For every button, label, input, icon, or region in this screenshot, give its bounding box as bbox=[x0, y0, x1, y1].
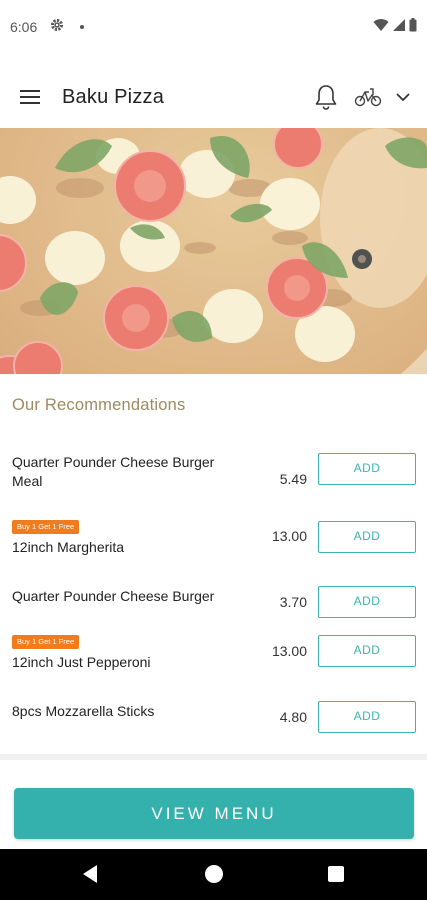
item-name: 12inch Just Pepperoni bbox=[12, 654, 151, 670]
dot-icon bbox=[80, 25, 84, 29]
divider bbox=[0, 754, 427, 760]
back-icon[interactable] bbox=[81, 864, 99, 889]
view-menu-button[interactable]: VIEW MENU bbox=[14, 788, 414, 839]
item-name: Quarter Pounder Cheese Burger Meal bbox=[12, 454, 215, 489]
scooter-icon[interactable] bbox=[354, 86, 382, 108]
promo-badge: Buy 1 Get 1 Free bbox=[12, 635, 80, 649]
item-price: 4.80 bbox=[279, 709, 307, 725]
add-button[interactable]: ADD bbox=[318, 635, 416, 667]
menu-icon[interactable] bbox=[20, 90, 42, 106]
signal-icon bbox=[392, 18, 406, 37]
status-icons bbox=[373, 18, 417, 37]
add-button[interactable]: ADD bbox=[318, 453, 416, 485]
section-title: Our Recommendations bbox=[12, 396, 186, 414]
recents-icon[interactable] bbox=[328, 866, 344, 882]
wifi-icon bbox=[373, 18, 389, 37]
item-name: 12inch Margherita bbox=[12, 539, 125, 555]
home-icon[interactable] bbox=[205, 865, 223, 883]
item-name: 8pcs Mozzarella Sticks bbox=[12, 703, 155, 719]
item-price: 13.00 bbox=[271, 643, 307, 659]
system-nav-bar bbox=[0, 849, 427, 900]
status-time: 6:06 bbox=[10, 19, 38, 35]
status-bar: 6:06 bbox=[0, 0, 427, 56]
add-button[interactable]: ADD bbox=[318, 586, 416, 618]
battery-icon bbox=[409, 18, 417, 37]
app-bar: Baku Pizza bbox=[0, 66, 427, 128]
promo-badge: Buy 1 Get 1 Free bbox=[12, 520, 80, 534]
chevron-down-icon[interactable] bbox=[395, 90, 411, 104]
bell-icon[interactable] bbox=[314, 84, 338, 110]
hero-image bbox=[0, 128, 427, 374]
add-button[interactable]: ADD bbox=[318, 701, 416, 733]
item-price: 3.70 bbox=[279, 594, 307, 610]
add-button[interactable]: ADD bbox=[318, 521, 416, 553]
item-price: 13.00 bbox=[271, 528, 307, 544]
item-name: Quarter Pounder Cheese Burger bbox=[12, 588, 215, 604]
pizza-photo bbox=[0, 128, 427, 374]
item-price: 5.49 bbox=[279, 471, 307, 487]
gear-icon bbox=[50, 18, 64, 37]
page-title: Baku Pizza bbox=[62, 86, 165, 108]
